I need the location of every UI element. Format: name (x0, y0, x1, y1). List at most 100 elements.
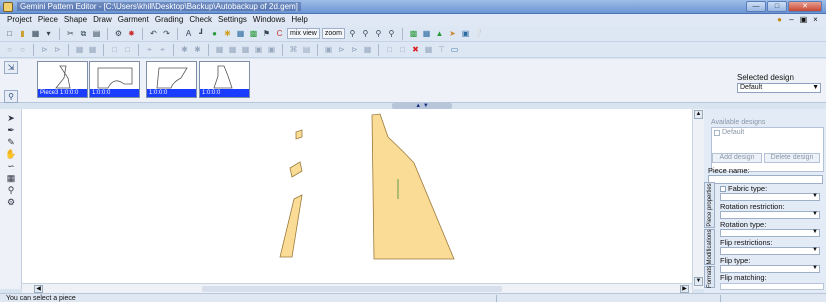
undo-icon[interactable]: ↶ (148, 28, 159, 39)
tool-icon[interactable]: ○ (17, 44, 28, 55)
minimize-button[interactable]: — (746, 1, 766, 12)
tool-icon[interactable]: ✱ (192, 44, 203, 55)
pattern-canvas[interactable] (22, 109, 692, 283)
menu-draw[interactable]: Draw (90, 14, 115, 26)
tool-icon[interactable]: ▣ (253, 44, 264, 55)
zoom-dropdown[interactable]: zoom (321, 28, 345, 39)
flip-restrictions-dropdown[interactable]: ▼ (720, 247, 820, 255)
minimize-doc-icon[interactable]: – (787, 15, 796, 24)
redo-icon[interactable]: ↷ (161, 28, 172, 39)
piece-thumbnail[interactable]: 1:0:0:0 (199, 61, 250, 98)
tool-icon[interactable]: ✱ (179, 44, 190, 55)
tool-icon[interactable]: ▤ (301, 44, 312, 55)
close-button[interactable]: ✕ (788, 1, 822, 12)
scroll-thumb[interactable] (202, 286, 502, 292)
menu-check[interactable]: Check (186, 14, 215, 26)
star-icon[interactable]: ✱ (222, 28, 233, 39)
horizontal-scrollbar[interactable]: ◀ ▶ (22, 283, 692, 293)
tool-icon[interactable]: ▦ (362, 44, 373, 55)
tool-icon[interactable]: ▦ (227, 44, 238, 55)
panel-scroll-area[interactable] (720, 283, 824, 290)
curve-icon[interactable]: ∽ (5, 161, 17, 172)
design-item[interactable]: Default (712, 128, 823, 137)
gear-icon[interactable]: ⚙ (113, 28, 124, 39)
save-icon[interactable]: ▦ (30, 28, 41, 39)
fabric-type-checkbox[interactable] (720, 185, 726, 192)
menu-piece[interactable]: Piece (35, 14, 61, 26)
tool-icon[interactable]: ○ (4, 44, 15, 55)
tool-icon[interactable]: ⊳ (349, 44, 360, 55)
tool-icon[interactable]: ⌖ (157, 44, 168, 55)
fabric-type-dropdown[interactable]: ▼ (720, 193, 820, 201)
tool-icon[interactable]: ▣ (266, 44, 277, 55)
maximize-button[interactable]: □ (767, 1, 787, 12)
menu-shape[interactable]: Shape (61, 14, 90, 26)
open-icon[interactable]: ▮ (17, 28, 28, 39)
piece-select-icon[interactable]: ⇲ (4, 61, 18, 74)
menu-settings[interactable]: Settings (215, 14, 250, 26)
add-design-button[interactable]: Add design (712, 153, 762, 163)
hand-icon[interactable]: ✋ (5, 149, 17, 160)
delete-design-button[interactable]: Delete design (764, 153, 820, 163)
tool-icon[interactable]: ▦ (423, 44, 434, 55)
scroll-down-icon[interactable]: ▼ (694, 277, 703, 286)
mix-view-dropdown[interactable]: mix view (287, 28, 320, 39)
tool-icon[interactable]: ⌖ (144, 44, 155, 55)
menu-project[interactable]: Project (4, 14, 35, 26)
selected-design-dropdown[interactable]: Default ▼ (737, 83, 821, 93)
layout-icon[interactable]: ▩ (408, 28, 419, 39)
tool-icon[interactable]: □ (122, 44, 133, 55)
help-icon[interactable]: ● (775, 15, 784, 24)
rotation-type-dropdown[interactable]: ▼ (720, 229, 820, 237)
zoom-window-icon[interactable]: ⚲ (386, 28, 397, 39)
frame-icon[interactable]: ┛ (196, 28, 207, 39)
scroll-left-icon[interactable]: ◀ (34, 285, 43, 293)
cut-icon[interactable]: ✂ (65, 28, 76, 39)
help-pointer-icon[interactable]: ❔ (473, 28, 484, 39)
flag-icon[interactable]: ⚑ (261, 28, 272, 39)
delete-icon[interactable]: ✖ (410, 44, 421, 55)
refresh-icon[interactable]: C (274, 28, 285, 39)
zoom-fit-icon[interactable]: ⚲ (373, 28, 384, 39)
tool-icon[interactable]: ⊤ (436, 44, 447, 55)
menu-garment[interactable]: Garment (115, 14, 152, 26)
tool-icon[interactable]: □ (109, 44, 120, 55)
tool-icon[interactable]: ⊳ (39, 44, 50, 55)
grid-icon[interactable]: ▦ (235, 28, 246, 39)
flip-type-dropdown[interactable]: ▼ (720, 265, 820, 273)
monitor-icon[interactable]: ▭ (449, 44, 460, 55)
new-icon[interactable]: □ (4, 28, 15, 39)
design-checkbox[interactable] (714, 129, 720, 136)
tool-icon[interactable]: □ (397, 44, 408, 55)
piece-name-field[interactable] (708, 175, 823, 184)
restore-doc-icon[interactable]: ▣ (799, 15, 808, 24)
piece-thumbnail[interactable]: Piece3 1:0:0:0 (37, 61, 88, 98)
layers-icon[interactable]: ▩ (248, 28, 259, 39)
copy-icon[interactable]: ⧉ (78, 28, 89, 39)
tool-icon[interactable]: ⊳ (336, 44, 347, 55)
arrow-icon[interactable]: ➤ (5, 113, 17, 124)
magic-icon[interactable]: ✸ (126, 28, 137, 39)
tool-icon[interactable]: ▦ (87, 44, 98, 55)
tool-icon[interactable]: ▦ (214, 44, 225, 55)
pencil-icon[interactable]: ✎ (5, 137, 17, 148)
image-icon[interactable]: ▣ (460, 28, 471, 39)
text-icon[interactable]: A (183, 28, 194, 39)
tool-icon[interactable]: □ (384, 44, 395, 55)
zoom-icon[interactable]: ⚲ (5, 185, 17, 196)
dropdown-icon[interactable]: ▾ (43, 28, 54, 39)
piece-zoom-icon[interactable]: ⚲ (4, 90, 18, 103)
tree-icon[interactable]: ▲ (434, 28, 445, 39)
piece-thumbnail[interactable]: 1:0:0:0 (146, 61, 197, 98)
tab-formats[interactable]: Formats (704, 266, 715, 288)
zoom-in-icon[interactable]: ⚲ (347, 28, 358, 39)
tool-icon[interactable]: ▦ (5, 173, 17, 184)
menu-windows[interactable]: Windows (250, 14, 288, 26)
paste-icon[interactable]: ▤ (91, 28, 102, 39)
tool-icon[interactable]: ▦ (240, 44, 251, 55)
piece-thumbnail[interactable]: 1:0:0:0 (89, 61, 140, 98)
color-icon[interactable]: ● (209, 28, 220, 39)
scroll-up-icon[interactable]: ▲ (694, 110, 703, 119)
vertical-scrollbar[interactable]: ▲ ▼ (692, 109, 704, 289)
scroll-right-icon[interactable]: ▶ (680, 285, 689, 293)
